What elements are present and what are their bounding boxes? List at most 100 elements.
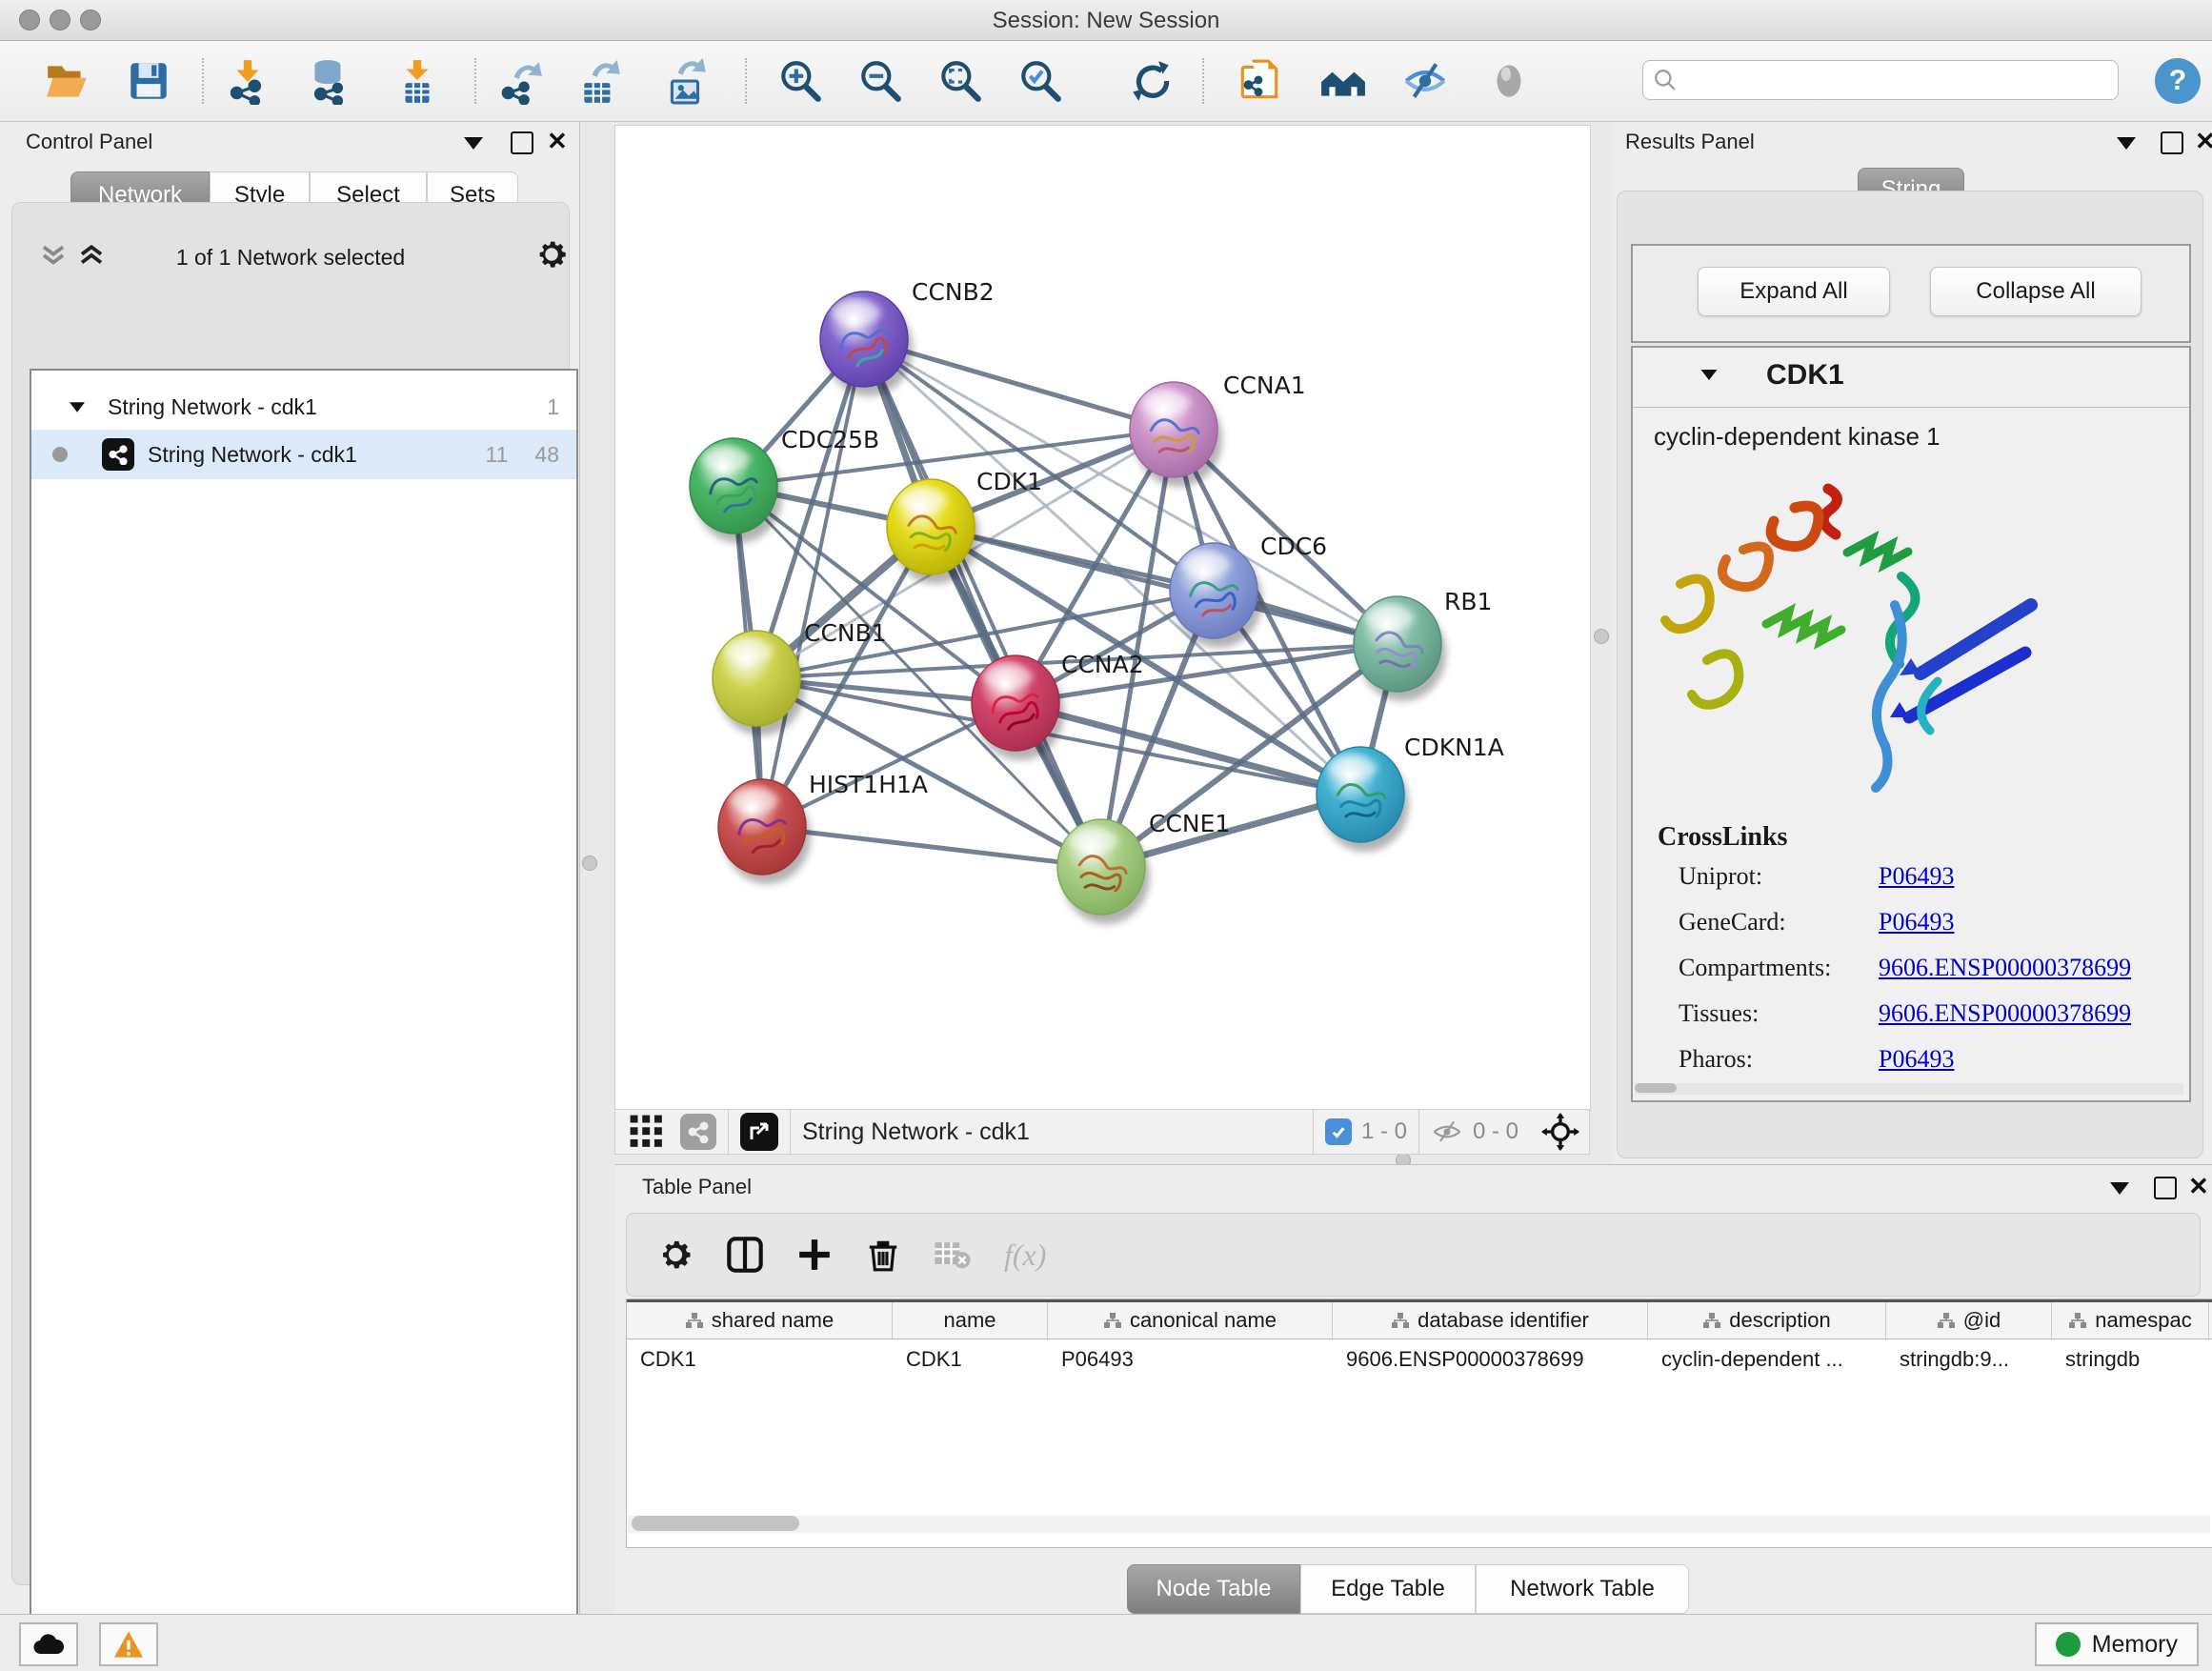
node-CCNE1[interactable] <box>1057 819 1150 924</box>
crosslink-value-link[interactable]: P06493 <box>1879 908 1954 936</box>
zoom-selected-button[interactable] <box>1014 54 1067 108</box>
crosslink-row: Tissues:9606.ENSP00000378699 <box>1679 999 2174 1028</box>
delete-table-icon-disabled[interactable] <box>934 1238 972 1271</box>
add-column-icon[interactable] <box>796 1237 833 1273</box>
column-header-namespac[interactable]: namespac <box>2052 1302 2209 1339</box>
table-cell[interactable]: cyclin-dependent ... <box>1648 1339 1886 1379</box>
crosslink-label: Tissues: <box>1679 999 1879 1028</box>
edge-HIST1H1A-CCNE1[interactable] <box>762 827 1101 867</box>
column-header-canonical-name[interactable]: canonical name <box>1048 1302 1333 1339</box>
import-network-from-database-button[interactable] <box>303 54 356 108</box>
left-splitter-handle[interactable] <box>582 856 597 871</box>
clone-network-button[interactable] <box>1233 54 1286 108</box>
show-all-button[interactable] <box>1482 54 1536 108</box>
crosslink-value-link[interactable]: 9606.ENSP00000378699 <box>1879 999 2131 1028</box>
collapse-all-button[interactable]: Collapse All <box>1930 267 2142 316</box>
results-panel-float-icon[interactable] <box>2161 131 2183 154</box>
control-panel-close-icon[interactable]: ✕ <box>547 127 568 156</box>
node-HIST1H1A[interactable] <box>718 779 811 884</box>
grid-mode-icon[interactable] <box>629 1114 665 1150</box>
help-button[interactable]: ? <box>2155 58 2201 104</box>
warnings-button[interactable] <box>99 1622 158 1666</box>
selected-checkbox-icon <box>1325 1118 1352 1145</box>
node-label-CCNA1: CCNA1 <box>1223 372 1306 399</box>
function-builder-icon[interactable]: f(x) <box>1004 1238 1046 1273</box>
node-RB1[interactable] <box>1354 596 1446 701</box>
crosslink-value-link[interactable]: P06493 <box>1879 862 1954 891</box>
view-network-name: String Network - cdk1 <box>802 1118 1030 1146</box>
database-icon <box>306 57 353 105</box>
memory-button[interactable]: Memory <box>2035 1622 2199 1666</box>
crosslink-value-link[interactable]: P06493 <box>1879 1045 1954 1074</box>
control-panel-float-icon[interactable] <box>511 131 533 154</box>
column-header-name[interactable]: name <box>893 1302 1048 1339</box>
results-hscrollbar-thumb[interactable] <box>1635 1083 1677 1093</box>
open-session-button[interactable] <box>40 54 93 108</box>
export-network-button[interactable] <box>495 54 549 108</box>
column-header-description[interactable]: description <box>1648 1302 1886 1339</box>
crosslink-value-link[interactable]: 9606.ENSP00000378699 <box>1879 954 2131 982</box>
show-columns-icon[interactable] <box>726 1236 764 1274</box>
collection-expand-icon[interactable] <box>70 402 85 412</box>
export-table-button[interactable] <box>573 54 627 108</box>
results-panel-close-icon[interactable]: ✕ <box>2195 127 2212 156</box>
save-session-button[interactable] <box>122 54 175 108</box>
cloud-button[interactable] <box>19 1622 78 1666</box>
zoom-in-button[interactable] <box>774 54 827 108</box>
expand-all-button[interactable]: Expand All <box>1698 267 1890 316</box>
export-image-button[interactable] <box>659 54 713 108</box>
table-panel-close-icon[interactable]: ✕ <box>2188 1172 2209 1201</box>
table-cell[interactable]: CDK1 <box>893 1339 1048 1379</box>
column-header--id[interactable]: @id <box>1886 1302 2052 1339</box>
table-cell[interactable]: P06493 <box>1048 1339 1333 1379</box>
import-network-button[interactable] <box>221 54 274 108</box>
node-label-CCNB1: CCNB1 <box>804 619 887 647</box>
node-CDC25B[interactable] <box>690 438 782 543</box>
network-view-share-icon[interactable] <box>680 1114 716 1150</box>
column-header-database-identifier[interactable]: database identifier <box>1333 1302 1648 1339</box>
network-row-selected[interactable]: String Network - cdk1 11 48 <box>31 430 576 479</box>
detach-view-button[interactable] <box>740 1113 778 1151</box>
birds-eye-icon[interactable] <box>1541 1113 1579 1151</box>
first-neighbors-button[interactable] <box>1317 54 1370 108</box>
table-panel-float-icon[interactable] <box>2154 1177 2177 1199</box>
table-cell[interactable]: 9606.ENSP00000378699 <box>1333 1339 1648 1379</box>
column-header-shared-name[interactable]: shared name <box>627 1302 893 1339</box>
crosslink-label: Compartments: <box>1679 954 1879 982</box>
memory-status-icon <box>2056 1632 2081 1657</box>
network-canvas[interactable]: CCNB2CCNA1CDC25BCDK1CDC6RB1CCNB1CCNA2CDK… <box>614 125 1591 1111</box>
network-collection-row[interactable]: String Network - cdk1 1 <box>31 384 576 430</box>
table-cell[interactable]: CDK1 <box>627 1339 893 1379</box>
table-gear-icon[interactable] <box>657 1237 694 1273</box>
node-CCNA2[interactable] <box>972 655 1064 760</box>
delete-column-icon[interactable] <box>865 1237 901 1273</box>
node-CCNB2[interactable] <box>820 292 913 396</box>
table-panel-collapse-icon[interactable] <box>2110 1182 2129 1195</box>
tab-edge-table[interactable]: Edge Table <box>1300 1564 1476 1614</box>
node-CDKN1A[interactable] <box>1317 747 1409 852</box>
right-splitter-handle[interactable] <box>1594 629 1609 644</box>
node-CDK1[interactable] <box>887 479 979 584</box>
table-cell[interactable]: stringdb <box>2052 1339 2209 1379</box>
gene-collapse-icon[interactable] <box>1701 370 1718 380</box>
edge-CCNB2-HIST1H1A[interactable] <box>762 339 864 827</box>
search-input[interactable] <box>1678 67 2091 93</box>
table-hscrollbar-thumb[interactable] <box>632 1516 799 1531</box>
zoom-out-button[interactable] <box>854 54 907 108</box>
control-panel-collapse-icon[interactable] <box>464 137 483 150</box>
gene-header[interactable]: CDK1 <box>1633 348 2189 408</box>
collection-label: String Network - cdk1 <box>108 394 317 420</box>
zoom-fit-button[interactable] <box>934 54 987 108</box>
apply-layout-button[interactable] <box>1126 54 1179 108</box>
results-panel-collapse-icon[interactable] <box>2117 137 2136 150</box>
import-table-button[interactable] <box>391 54 444 108</box>
tab-network-table[interactable]: Network Table <box>1476 1564 1689 1614</box>
open-folder-icon <box>43 57 90 105</box>
gear-icon[interactable] <box>534 237 569 272</box>
hide-selected-button[interactable] <box>1398 54 1452 108</box>
hidden-eye-icon <box>1431 1116 1463 1148</box>
node-CCNA1[interactable] <box>1130 382 1222 487</box>
tab-node-table[interactable]: Node Table <box>1127 1564 1300 1614</box>
table-cell[interactable]: stringdb:9... <box>1886 1339 2052 1379</box>
table-row[interactable]: CDK1CDK1P064939606.ENSP00000378699cyclin… <box>627 1339 2212 1379</box>
